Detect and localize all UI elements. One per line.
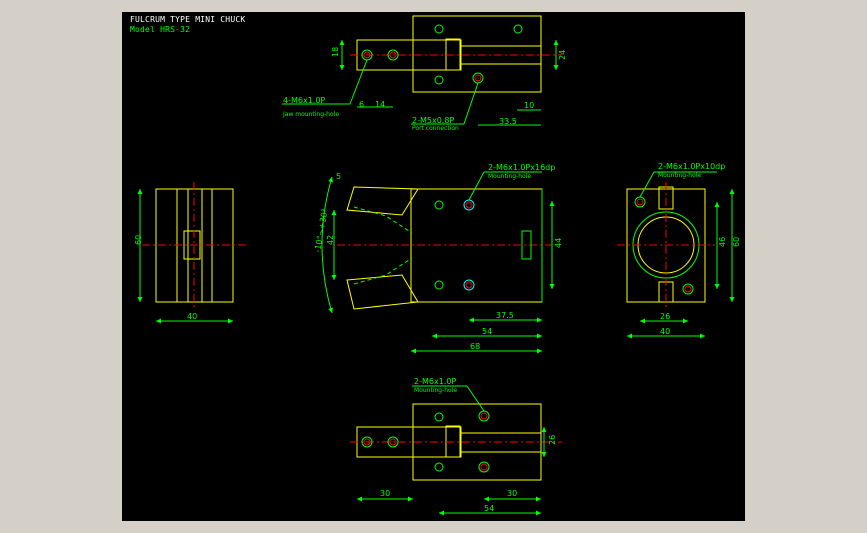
drawing-canvas: FULCRUM TYPE MINI CHUCK Model HRS-32 18 … <box>122 12 745 521</box>
drawing-title: FULCRUM TYPE MINI CHUCK <box>130 15 246 24</box>
title-block: FULCRUM TYPE MINI CHUCK Model HRS-32 <box>130 15 245 35</box>
bottom-dim-30b: 30 <box>507 489 517 498</box>
right-view: 46 60 26 40 2-M6x1.0Px10dp Mounting-hole <box>617 162 741 339</box>
top-dim-10: 10 <box>524 101 534 110</box>
top-dim-14: 14 <box>375 100 385 109</box>
drawing-model: Model HRS-32 <box>130 25 191 34</box>
front-dim-42: 42 <box>326 235 335 245</box>
right-callout-note: Mounting-hole <box>658 172 701 179</box>
right-dim-46: 46 <box>718 237 727 247</box>
top-dim-18: 18 <box>331 47 340 57</box>
right-dim-60: 60 <box>732 237 741 247</box>
top-callout-port: 2-M5x0.8P <box>412 116 454 125</box>
top-view: 18 24 6 14 10 33.5 4-M6x1.0P Jaw mountin… <box>282 15 567 132</box>
bottom-dim-30a: 30 <box>380 489 390 498</box>
front-jaw-lower <box>346 274 419 310</box>
front-view: -10°~+30° 5 42 44 37.5 54 68 2-M6x1.0Px1… <box>313 163 563 354</box>
top-callout-mount: 4-M6x1.0P <box>283 96 325 105</box>
bottom-callout-note: Mounting-hole <box>414 387 457 394</box>
top-callout-mount-note: Jaw mounting-hole <box>282 111 339 118</box>
front-dim-54: 54 <box>482 327 492 336</box>
viewer-frame: FULCRUM TYPE MINI CHUCK Model HRS-32 18 … <box>0 0 867 533</box>
bottom-dim-26: 26 <box>548 435 557 445</box>
cad-drawing: 18 24 6 14 10 33.5 4-M6x1.0P Jaw mountin… <box>134 15 741 516</box>
bottom-view: 26 30 30 54 2-M6x1.0P Mounting-hole <box>350 377 562 516</box>
front-dim-5: 5 <box>336 172 341 181</box>
front-dim-44: 44 <box>554 238 563 248</box>
bottom-callout-thread: 2-M6x1.0P <box>414 377 456 386</box>
right-dim-26: 26 <box>660 312 670 321</box>
top-dim-33: 33.5 <box>499 117 517 126</box>
left-view: 60 40 <box>134 182 247 324</box>
top-callout-port-note: Port connection <box>412 125 459 132</box>
top-dim-24: 24 <box>558 50 567 60</box>
front-callout-thread: 2-M6x1.0Px16dp <box>488 163 555 172</box>
front-dim-68: 68 <box>470 342 480 351</box>
right-dim-40: 40 <box>660 327 670 336</box>
top-dim-6: 6 <box>359 100 364 109</box>
front-dim-37: 37.5 <box>496 311 514 320</box>
front-dim-angle: -10°~+30° <box>313 208 330 254</box>
left-dim-40: 40 <box>187 312 197 321</box>
bottom-dim-54: 54 <box>484 504 494 513</box>
front-callout-note: Mounting-hole <box>488 173 531 180</box>
left-dim-60: 60 <box>134 235 143 245</box>
right-callout-thread: 2-M6x1.0Px10dp <box>658 162 725 171</box>
front-jaw-upper <box>346 186 419 216</box>
